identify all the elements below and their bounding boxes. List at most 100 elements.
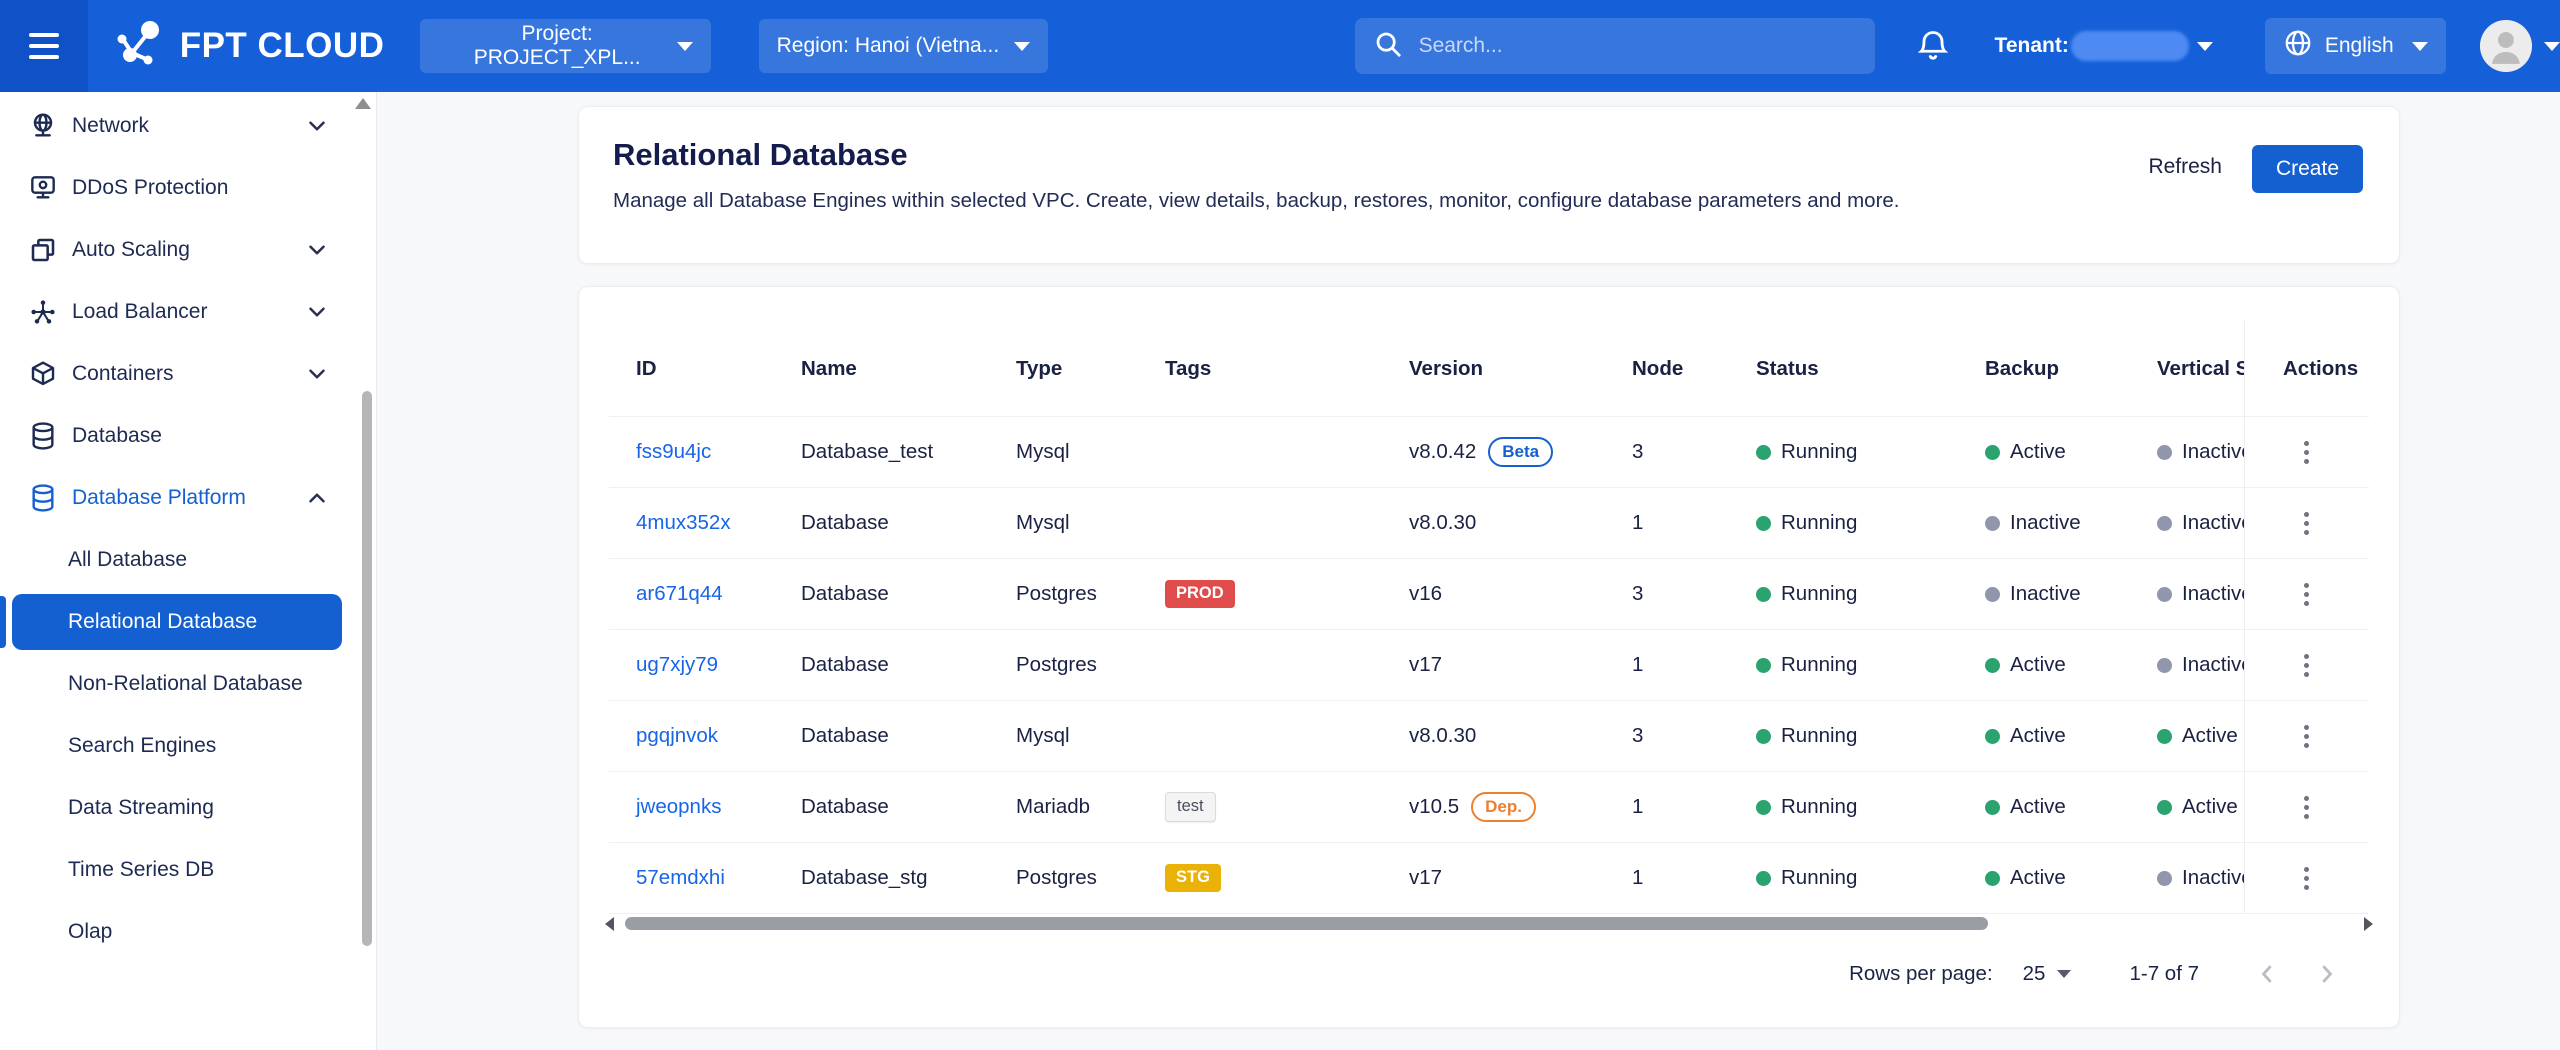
cell-id: ar671q44 <box>636 582 801 606</box>
cell-name: Database <box>801 795 1016 819</box>
pagination-range: 1-7 of 7 <box>2129 962 2199 986</box>
sidebar-item-containers[interactable]: Containers <box>0 346 376 402</box>
scroll-left-arrow-icon[interactable] <box>605 917 614 931</box>
deprecated-badge: Dep. <box>1471 792 1536 822</box>
cell-status: Running <box>1756 653 1985 677</box>
sidebar-item-time-series-db[interactable]: Time Series DB <box>0 842 376 898</box>
cell-type: Mariadb <box>1016 795 1165 819</box>
row-actions-menu-icon[interactable] <box>2296 433 2317 472</box>
rows-per-page-value: 25 <box>2023 962 2046 986</box>
cell-version: v17 <box>1409 653 1632 677</box>
sidebar-item-search-engines[interactable]: Search Engines <box>0 718 376 774</box>
sidebar-item-load-balancer[interactable]: Load Balancer <box>0 284 376 340</box>
table-row: 57emdxhiDatabase_stgPostgresSTGv171Runni… <box>609 843 2369 914</box>
cell-tags: test <box>1165 792 1409 822</box>
status-dot-icon <box>2157 445 2172 460</box>
menu-icon[interactable] <box>0 0 88 92</box>
region-selector-label: Region: Hanoi (Vietna... <box>777 34 1000 58</box>
column-header-vertical: Vertical Scaling <box>2157 357 2244 381</box>
cell-backup: Inactive <box>1985 511 2157 535</box>
next-page-button[interactable] <box>2297 960 2357 988</box>
sidebar-item-database-platform[interactable]: Database Platform <box>0 470 376 526</box>
search-box[interactable] <box>1355 18 1875 74</box>
chevron-down-icon <box>304 237 330 263</box>
tenant-name-redacted <box>2071 31 2189 61</box>
tag-badge: PROD <box>1165 580 1235 608</box>
column-header-node: Node <box>1632 357 1756 381</box>
sidebar-item-label: Search Engines <box>68 734 216 758</box>
table-row: ar671q44DatabasePostgresPRODv163RunningI… <box>609 559 2369 630</box>
cell-actions <box>2244 843 2367 913</box>
row-actions-menu-icon[interactable] <box>2296 859 2317 898</box>
chevron-down-icon <box>2197 42 2213 51</box>
row-actions-menu-icon[interactable] <box>2296 575 2317 614</box>
chevron-down-icon <box>2412 42 2428 51</box>
horizontal-scrollbar[interactable] <box>605 914 2373 934</box>
db-id-link[interactable]: 4mux352x <box>636 511 731 534</box>
language-label: English <box>2325 34 2400 58</box>
create-button[interactable]: Create <box>2252 145 2363 193</box>
sidebar-item-relational-database[interactable]: Relational Database <box>12 594 342 650</box>
sidebar-scroll-up-arrow[interactable] <box>355 98 371 109</box>
cell-vertical-scaling: Active <box>2157 795 2244 819</box>
logo-molecule-icon <box>112 15 170 78</box>
fpt-cloud-logo: FPT CLOUD <box>112 15 374 78</box>
cell-vertical-scaling: Inactive <box>2157 440 2244 464</box>
cell-actions <box>2244 630 2367 700</box>
sidebar-item-database[interactable]: Database <box>0 408 376 464</box>
database-icon <box>26 419 60 453</box>
db-id-link[interactable]: 57emdxhi <box>636 866 725 889</box>
cell-type: Postgres <box>1016 866 1165 890</box>
db-id-link[interactable]: pgqjnvok <box>636 724 718 747</box>
beta-badge: Beta <box>1488 437 1553 467</box>
cell-name: Database <box>801 724 1016 748</box>
sidebar-item-ddos-protection[interactable]: DDoS Protection <box>0 160 376 216</box>
cell-version: v17 <box>1409 866 1632 890</box>
sidebar-item-olap[interactable]: Olap <box>0 904 376 960</box>
previous-page-button[interactable] <box>2237 960 2297 988</box>
cell-backup: Active <box>1985 440 2157 464</box>
avatar[interactable] <box>2480 20 2532 72</box>
language-selector[interactable]: English <box>2265 18 2446 74</box>
row-actions-menu-icon[interactable] <box>2296 717 2317 756</box>
cell-name: Database <box>801 511 1016 535</box>
cell-status: Running <box>1756 511 1985 535</box>
db-id-link[interactable]: jweopnks <box>636 795 721 818</box>
rows-per-page-select[interactable]: 25 <box>2023 962 2072 986</box>
cell-name: Database <box>801 653 1016 677</box>
status-dot-icon <box>1756 800 1771 815</box>
db-id-link[interactable]: ug7xjy79 <box>636 653 718 676</box>
row-actions-menu-icon[interactable] <box>2296 788 2317 827</box>
cell-type: Mysql <box>1016 724 1165 748</box>
horizontal-scroll-thumb[interactable] <box>625 917 1988 930</box>
sidebar-item-network[interactable]: Network <box>0 98 376 154</box>
status-dot-icon <box>2157 516 2172 531</box>
cell-node: 1 <box>1632 795 1756 819</box>
refresh-button[interactable]: Refresh <box>2142 145 2228 189</box>
tenant-selector[interactable]: Tenant: <box>1995 31 2213 61</box>
scroll-right-arrow-icon[interactable] <box>2364 917 2373 931</box>
sidebar-item-label: Database <box>72 424 162 448</box>
sidebar-item-all-database[interactable]: All Database <box>0 532 376 588</box>
column-header-type: Type <box>1016 357 1165 381</box>
sidebar-item-auto-scaling[interactable]: Auto Scaling <box>0 222 376 278</box>
account-menu-caret-icon[interactable] <box>2544 42 2560 51</box>
sidebar-item-label: Auto Scaling <box>72 238 190 262</box>
db-id-link[interactable]: ar671q44 <box>636 582 723 605</box>
db-id-link[interactable]: fss9u4jc <box>636 440 711 463</box>
row-actions-menu-icon[interactable] <box>2296 504 2317 543</box>
region-selector[interactable]: Region: Hanoi (Vietna... <box>759 19 1048 73</box>
project-selector[interactable]: Project: PROJECT_XPL... <box>420 19 711 73</box>
tenant-label: Tenant: <box>1995 34 2069 58</box>
cell-status: Running <box>1756 724 1985 748</box>
status-dot-icon <box>1756 658 1771 673</box>
cell-actions <box>2244 559 2367 629</box>
cell-vertical-scaling: Inactive <box>2157 866 2244 890</box>
sidebar-scrollbar[interactable] <box>362 391 372 946</box>
row-actions-menu-icon[interactable] <box>2296 646 2317 685</box>
notifications-bell-icon[interactable] <box>1915 28 1951 64</box>
search-input[interactable] <box>1417 33 1857 59</box>
page-title: Relational Database <box>613 137 1900 173</box>
sidebar-item-non-relational-database[interactable]: Non-Relational Database <box>0 656 376 712</box>
sidebar-item-data-streaming[interactable]: Data Streaming <box>0 780 376 836</box>
